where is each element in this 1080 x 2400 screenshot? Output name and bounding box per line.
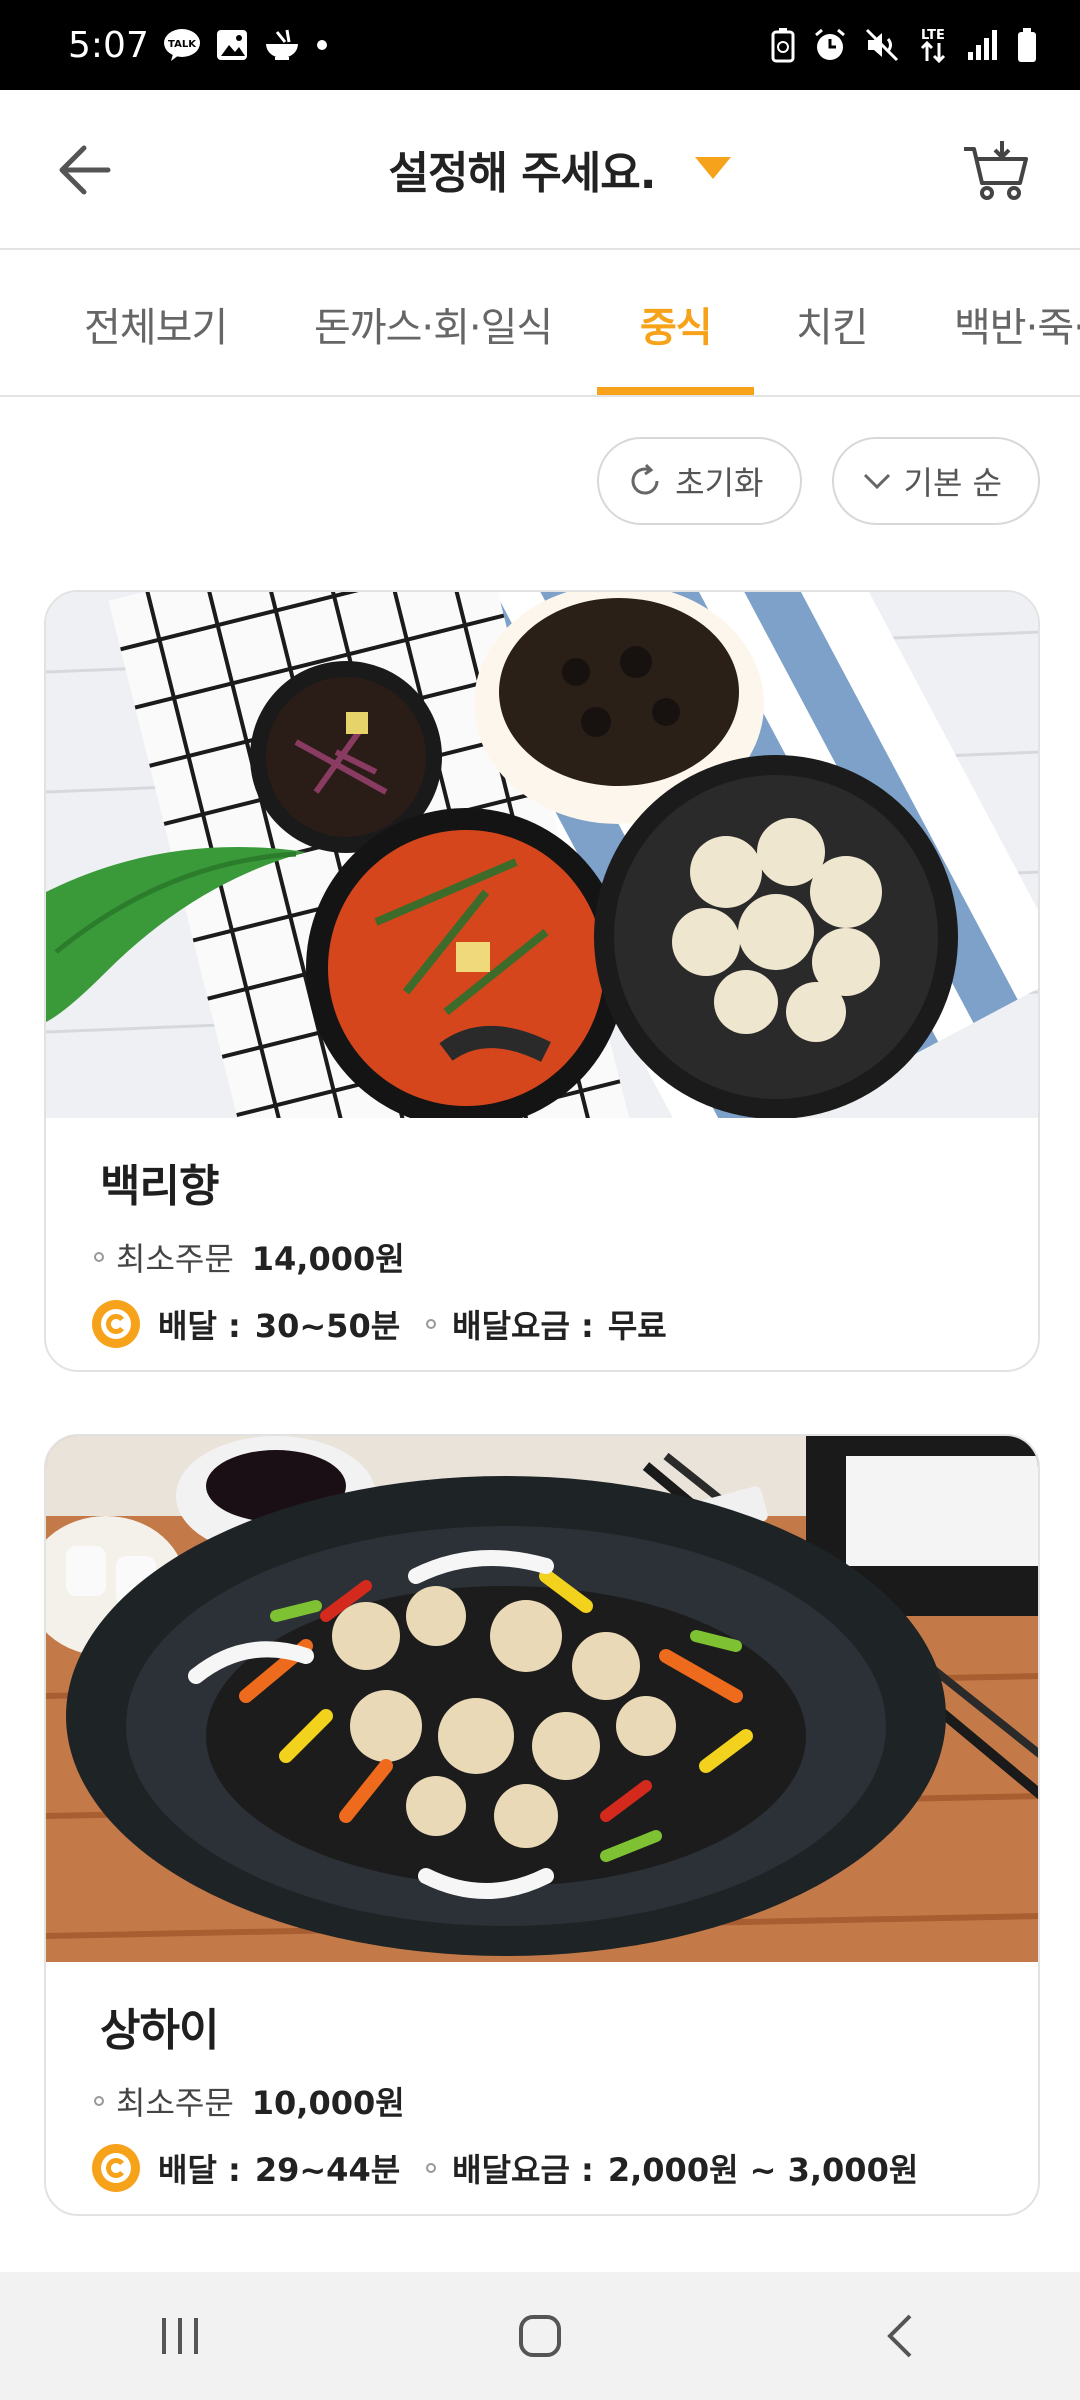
food-notification-icon [263, 28, 301, 62]
recent-apps-button[interactable] [120, 2286, 240, 2386]
status-time: 5:07 [68, 24, 149, 66]
chevron-down-icon [863, 473, 890, 490]
cart-button[interactable] [956, 134, 1036, 206]
page-title: 설정해 주세요. [388, 148, 657, 199]
store-info: 백리향 최소주문 14,000원 배달 : 30~50분 배달요금 : 무료 [46, 1118, 1038, 1348]
delivery-fee-label: 배달요금 : [452, 1307, 594, 1345]
recent-apps-icon [162, 2318, 198, 2354]
sort-dropdown[interactable]: 기본 순 [831, 437, 1040, 525]
signal-icon [966, 28, 1000, 62]
refresh-icon [631, 463, 659, 495]
store-name: 백리향 [100, 1161, 219, 1212]
min-order-row: 최소주문 10,000원 [94, 2078, 984, 2124]
min-order-value: 10,000원 [251, 2084, 405, 2122]
talk-notification-icon: TALK [163, 28, 201, 62]
sort-label: 기본 순 [903, 464, 1003, 502]
store-card[interactable]: 백리향 최소주문 14,000원 배달 : 30~50분 배달요금 : 무료 [44, 590, 1040, 1372]
chevron-left-icon [887, 2314, 912, 2358]
delivery-time: 29~44분 [254, 2151, 401, 2189]
bullet-icon [94, 2096, 104, 2106]
bullet-icon [94, 1252, 104, 1262]
delivery-label: 배달 : [158, 1307, 241, 1345]
delivery-row: 배달 : 30~50분 배달요금 : 무료 [92, 1300, 984, 1348]
tab-all[interactable]: 전체보기 [84, 251, 228, 395]
store-photo [46, 1436, 1038, 1962]
svg-text:TALK: TALK [168, 39, 197, 50]
reset-button[interactable]: 초기화 [597, 437, 802, 525]
mute-icon [864, 27, 900, 63]
address-selector[interactable]: 설정해 주세요. [389, 137, 732, 201]
app-header: 설정해 주세요. [0, 90, 1080, 250]
tab-japanese[interactable]: 돈까스·회·일식 [314, 251, 553, 395]
tab-korean[interactable]: 백반·죽· [954, 251, 1080, 395]
gallery-notification-icon [215, 28, 249, 62]
system-back-button[interactable] [840, 2286, 960, 2386]
delivery-label: 배달 : [158, 2151, 241, 2189]
category-tabs: 전체보기 돈까스·회·일식 중식 치킨 백반·죽· [0, 251, 1080, 397]
back-button[interactable] [52, 138, 116, 202]
delivery-fee-value: 무료 [607, 1307, 667, 1345]
min-order-value: 14,000원 [251, 1240, 405, 1278]
delivery-badge-icon [92, 1300, 140, 1348]
caret-down-icon [695, 157, 732, 181]
back-arrow-icon [59, 145, 111, 195]
delivery-fee-label: 배달요금 : [452, 2151, 594, 2189]
alarm-icon [812, 27, 848, 63]
svg-text:LTE: LTE [921, 28, 945, 43]
home-icon [519, 2315, 561, 2357]
delivery-fee-value: 2,000원 ~ 3,000원 [607, 2151, 919, 2189]
tab-chicken[interactable]: 치킨 [796, 251, 869, 395]
filter-bar: 초기화 기본 순 [597, 437, 1040, 525]
status-bar: 5:07 TALK LTE [0, 0, 1080, 90]
min-order-label: 최소주문 [116, 1240, 234, 1278]
min-order-row: 최소주문 14,000원 [94, 1234, 984, 1280]
bullet-icon [426, 2163, 437, 2173]
bullet-icon [426, 1319, 437, 1329]
active-tab-indicator [597, 387, 754, 395]
system-navigation-bar [0, 2272, 1080, 2400]
lte-icon: LTE [916, 25, 950, 65]
reset-label: 초기화 [675, 464, 764, 502]
more-notifications-dot-icon [315, 38, 329, 52]
cart-icon [964, 141, 1028, 200]
store-photo [46, 592, 1038, 1118]
delivery-badge-icon [92, 2144, 140, 2192]
store-card[interactable]: 상하이 최소주문 10,000원 배달 : 29~44분 배달요금 : 2,00… [44, 1434, 1040, 2216]
store-info: 상하이 최소주문 10,000원 배달 : 29~44분 배달요금 : 2,00… [46, 1962, 1038, 2192]
home-button[interactable] [480, 2286, 600, 2386]
store-name: 상하이 [100, 2005, 219, 2056]
tab-chinese[interactable]: 중식 [640, 251, 713, 395]
min-order-label: 최소주문 [116, 2084, 234, 2122]
delivery-time: 30~50분 [254, 1307, 401, 1345]
delivery-row: 배달 : 29~44분 배달요금 : 2,000원 ~ 3,000원 [92, 2144, 984, 2192]
battery-icon [1016, 27, 1038, 63]
battery-saver-icon [770, 27, 796, 63]
